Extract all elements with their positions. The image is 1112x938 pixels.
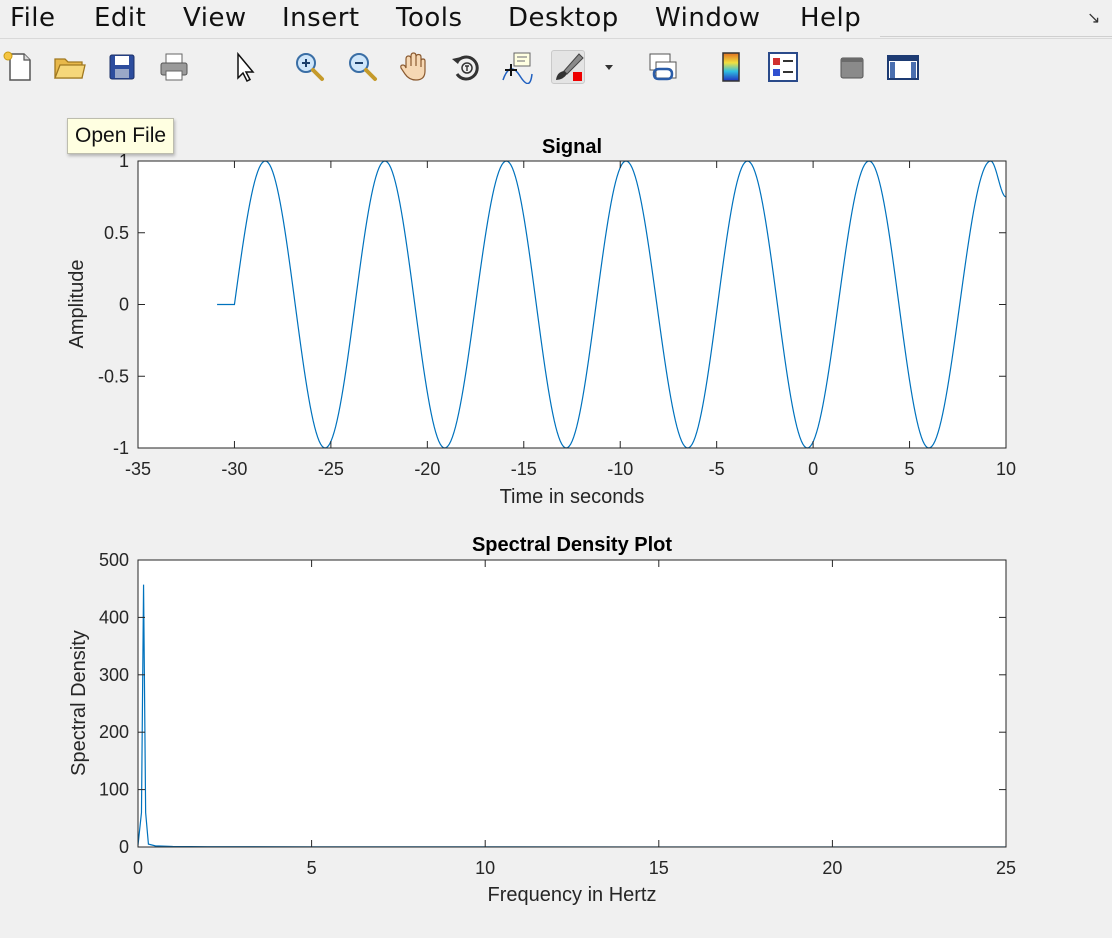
menu-tools[interactable]: Tools — [396, 3, 463, 33]
signal-axes: -35 -30 -25 -20 -15 -10 -5 0 5 10 -1 -0.5 0 0.5 1 Sign… — [66, 136, 1016, 508]
signal-xtick-label: -35 — [125, 459, 151, 479]
menu-divider — [880, 36, 1112, 37]
spectral-ytick-label: 0 — [119, 837, 129, 857]
signal-xtick-label: -10 — [607, 459, 633, 479]
figure-canvas: -35 -30 -25 -20 -15 -10 -5 0 5 10 -1 -0.5 0 0.5 1 Sign… — [66, 136, 1016, 906]
rotate-3d-icon[interactable] — [449, 50, 483, 84]
pan-hand-icon[interactable] — [397, 50, 431, 84]
open-file-icon[interactable] — [52, 50, 86, 84]
menu-edit[interactable]: Edit — [94, 3, 146, 33]
save-icon[interactable] — [105, 50, 139, 84]
spectral-ytick-label: 300 — [99, 665, 129, 685]
menu-bar: File Edit View Insert Tools Desktop Wind… — [0, 0, 1112, 39]
spectral-title: Spectral Density Plot — [472, 534, 672, 556]
zoom-out-icon[interactable] — [345, 50, 379, 84]
spectral-xtick-label: 25 — [996, 858, 1016, 878]
signal-xtick-label: -5 — [709, 459, 725, 479]
signal-title: Signal — [542, 136, 602, 158]
toolbar — [0, 39, 1112, 95]
spectral-xtick-label: 10 — [475, 858, 495, 878]
edit-plot-arrow-icon[interactable] — [228, 50, 262, 84]
signal-xlabel: Time in seconds — [500, 486, 645, 508]
open-file-tooltip: Open File — [67, 118, 175, 154]
spectral-xtick-label: 15 — [649, 858, 669, 878]
insert-legend-icon[interactable] — [766, 50, 800, 84]
spectral-xlabel: Frequency in Hertz — [488, 884, 657, 906]
data-cursor-icon[interactable] — [500, 50, 534, 84]
spectral-xtick-label: 0 — [133, 858, 143, 878]
show-plot-tools-icon[interactable] — [886, 50, 920, 84]
link-plot-icon[interactable] — [646, 50, 680, 84]
signal-xtick-label: 5 — [905, 459, 915, 479]
signal-xtick-label: 0 — [808, 459, 818, 479]
spectral-plot-area — [138, 560, 1006, 847]
brush-icon[interactable] — [551, 50, 585, 84]
signal-ytick-label: 1 — [119, 151, 129, 171]
dock-arrow-icon[interactable]: ↘ — [1087, 8, 1100, 28]
spectral-ylabel: Spectral Density — [68, 630, 90, 776]
signal-xtick-label: -25 — [318, 459, 344, 479]
insert-colorbar-icon[interactable] — [715, 50, 749, 84]
spectral-axes: 0 5 10 15 20 25 0 100 200 300 400 500 Spectral Dens… — [68, 534, 1016, 906]
signal-plot-area — [138, 161, 1006, 448]
print-icon[interactable] — [157, 50, 191, 84]
menu-file[interactable]: File — [10, 3, 56, 33]
menu-window[interactable]: Window — [655, 3, 761, 33]
menu-desktop[interactable]: Desktop — [508, 3, 619, 33]
spectral-xtick-label: 20 — [822, 858, 842, 878]
spectral-ytick-label: 400 — [99, 607, 129, 627]
signal-xtick-label: -20 — [414, 459, 440, 479]
hide-plot-tools-icon[interactable] — [835, 50, 869, 84]
signal-ytick-label: -0.5 — [98, 366, 129, 386]
signal-xtick-label: -15 — [511, 459, 537, 479]
signal-ytick-label: 0.5 — [104, 223, 129, 243]
brush-dropdown-icon[interactable] — [600, 50, 618, 84]
spectral-ytick-label: 100 — [99, 780, 129, 800]
spectral-xtick-label: 5 — [307, 858, 317, 878]
signal-xtick-label: -30 — [221, 459, 247, 479]
signal-ytick-label: -1 — [113, 438, 129, 458]
signal-xtick-label: 10 — [996, 459, 1016, 479]
menu-help[interactable]: Help — [800, 3, 861, 33]
signal-ylabel: Amplitude — [66, 260, 88, 349]
spectral-ytick-label: 500 — [99, 550, 129, 570]
signal-ytick-label: 0 — [119, 295, 129, 315]
spectral-ytick-label: 200 — [99, 722, 129, 742]
menu-insert[interactable]: Insert — [282, 3, 360, 33]
zoom-in-icon[interactable] — [292, 50, 326, 84]
new-figure-icon[interactable] — [2, 50, 36, 84]
menu-view[interactable]: View — [183, 3, 247, 33]
